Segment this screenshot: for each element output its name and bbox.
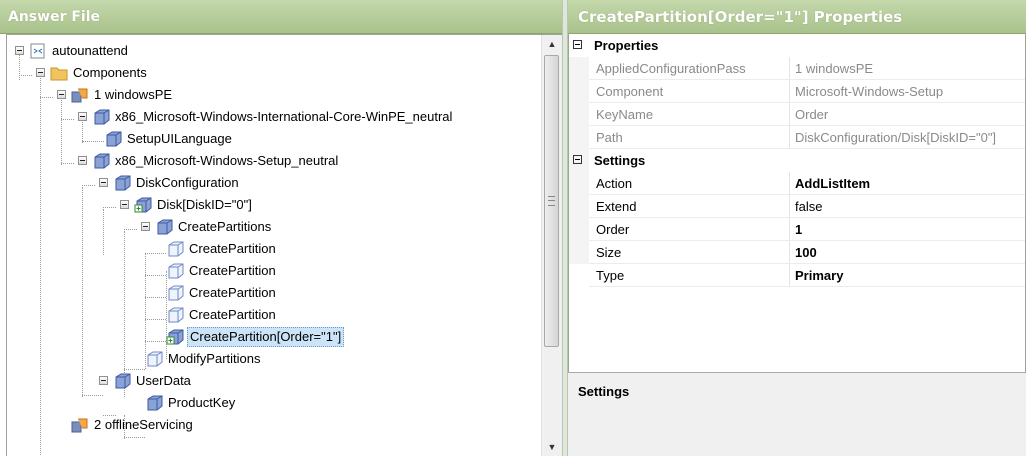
property-name: AppliedConfigurationPass — [596, 61, 746, 76]
property-value[interactable]: Primary — [795, 264, 1025, 287]
answer-file-pane: Answer File autounattend Components 1 wi… — [0, 0, 562, 456]
setting-icon — [157, 219, 173, 235]
collapse-toggle[interactable] — [573, 155, 582, 164]
tree-node-label: CreatePartition — [189, 263, 276, 278]
tree-vertical-scrollbar[interactable]: ▲ ▼ — [541, 35, 562, 456]
properties-title: CreatePartition[Order="1"] Properties — [568, 0, 1026, 34]
collapse-toggle[interactable] — [36, 68, 45, 77]
setting-row-action[interactable]: Action AddListItem — [569, 172, 1025, 195]
setting-empty-icon — [168, 307, 184, 323]
pass-icon — [71, 88, 88, 103]
component-icon — [94, 109, 110, 125]
property-row[interactable]: AppliedConfigurationPass 1 windowsPE — [569, 57, 1025, 80]
scroll-down-arrow-icon[interactable]: ▼ — [542, 438, 562, 456]
tree-node-label: x86_Microsoft-Windows-International-Core… — [115, 109, 453, 124]
collapse-toggle[interactable] — [573, 40, 582, 49]
tree-node-label: 2 offlineServicing — [94, 417, 193, 432]
component-icon — [94, 153, 110, 169]
collapse-toggle[interactable] — [99, 376, 108, 385]
tree-node-label: CreatePartition — [189, 241, 276, 256]
tree-node-label: CreatePartition — [189, 285, 276, 300]
collapse-toggle[interactable] — [15, 46, 24, 55]
tree-node-label: CreatePartitions — [178, 219, 272, 234]
category-properties[interactable]: Properties — [569, 34, 1025, 57]
tree-node-label: ModifyPartitions — [168, 351, 261, 366]
setting-icon — [106, 131, 122, 147]
setting-row-size[interactable]: Size 100 — [569, 241, 1025, 264]
setting-empty-icon — [147, 351, 163, 367]
tree-node-label: ProductKey — [168, 395, 236, 410]
answer-file-tree: autounattend Components 1 windowsPE x86_… — [7, 35, 542, 456]
collapse-toggle[interactable] — [78, 156, 87, 165]
setting-empty-icon — [168, 241, 184, 257]
pass-icon — [71, 418, 88, 433]
answer-file-icon — [30, 43, 45, 59]
tree-node-label: Disk[DiskID="0"] — [157, 197, 252, 212]
tree-node-label: CreatePartition — [189, 307, 276, 322]
tree-node-label: 1 windowsPE — [94, 87, 173, 102]
setting-row-extend[interactable]: Extend false — [569, 195, 1025, 218]
properties-pane: CreatePartition[Order="1"] Properties Pr… — [568, 0, 1026, 456]
list-item-icon — [134, 197, 152, 213]
scroll-up-arrow-icon[interactable]: ▲ — [542, 35, 562, 53]
answer-file-title: Answer File — [0, 0, 562, 34]
property-value[interactable]: 100 — [795, 241, 1025, 264]
property-value: DiskConfiguration/Disk[DiskID="0"] — [795, 130, 997, 145]
setting-icon — [115, 175, 131, 191]
setting-empty-icon — [168, 285, 184, 301]
list-item-icon — [166, 329, 184, 345]
category-settings[interactable]: Settings — [569, 149, 1025, 172]
property-row[interactable]: Path DiskConfiguration/Disk[DiskID="0"] — [569, 126, 1025, 149]
setting-row-type[interactable]: Type Primary — [569, 264, 1025, 287]
collapse-toggle[interactable] — [57, 90, 66, 99]
tree-node-label: DiskConfiguration — [136, 175, 239, 190]
tree-node-label: SetupUILanguage — [127, 131, 232, 146]
scrollbar-thumb[interactable] — [544, 55, 559, 347]
tree-node-label: x86_Microsoft-Windows-Setup_neutral — [115, 153, 339, 168]
property-name: Order — [596, 222, 630, 237]
setting-row-order[interactable]: Order 1 — [569, 218, 1025, 241]
tree-node-label: Components — [73, 65, 147, 80]
property-name: Type — [596, 268, 625, 283]
grip-icon — [548, 196, 555, 206]
property-row[interactable]: Component Microsoft-Windows-Setup — [569, 80, 1025, 103]
property-name: Action — [596, 176, 633, 191]
setting-empty-icon — [168, 263, 184, 279]
property-name: Size — [596, 245, 622, 260]
collapse-toggle[interactable] — [120, 200, 129, 209]
tree-node-label: UserData — [136, 373, 191, 388]
property-value: Microsoft-Windows-Setup — [795, 84, 944, 99]
help-title: Settings — [578, 384, 630, 399]
answer-file-tree-area: autounattend Components 1 windowsPE x86_… — [6, 34, 562, 456]
property-name: KeyName — [596, 107, 654, 122]
collapse-toggle[interactable] — [99, 178, 108, 187]
property-row[interactable]: KeyName Order — [569, 103, 1025, 126]
property-value[interactable]: false — [795, 195, 1025, 218]
property-name: Component — [596, 84, 664, 99]
property-name: Extend — [596, 199, 637, 214]
setting-icon — [115, 373, 131, 389]
property-grid: Properties AppliedConfigurationPass 1 wi… — [568, 34, 1026, 373]
property-value: Order — [795, 107, 829, 122]
tree-node-label-selected: CreatePartition[Order="1"] — [187, 327, 345, 347]
collapse-toggle[interactable] — [78, 112, 87, 121]
property-value: 1 windowsPE — [795, 61, 874, 76]
property-value[interactable]: 1 — [795, 218, 1025, 241]
tree-node-label: autounattend — [52, 43, 128, 58]
help-panel: Settings — [568, 372, 1026, 456]
property-name: Path — [596, 130, 623, 145]
category-label: Properties — [594, 38, 659, 53]
folder-icon — [50, 67, 68, 81]
category-label: Settings — [594, 153, 646, 168]
setting-icon — [147, 395, 163, 411]
collapse-toggle[interactable] — [141, 222, 150, 231]
property-value[interactable]: AddListItem — [795, 172, 1025, 195]
